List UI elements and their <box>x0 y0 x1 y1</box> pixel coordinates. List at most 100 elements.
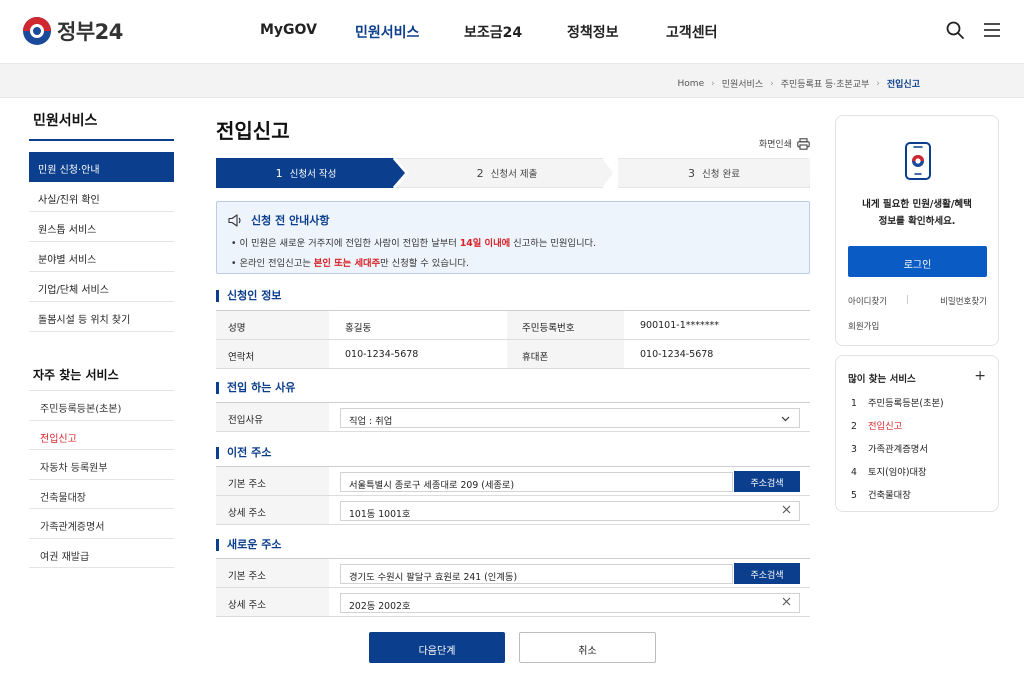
section-title-reason: 전입 하는 사유 <box>216 382 295 394</box>
step-3-number: 3 <box>688 166 695 180</box>
list-item[interactable]: 2 전입신고 <box>851 418 944 441</box>
print-button[interactable]: 화면인쇄 <box>759 137 810 150</box>
breadcrumb-civil-services[interactable]: 민원서비스 <box>722 77 763 90</box>
login-button[interactable]: 로그인 <box>848 246 987 277</box>
left-sidebar: 민원서비스 민원 신청·안내 사실/진위 확인 원스톱 서비스 분야별 서비스 … <box>29 108 174 568</box>
sidebar-item-care-location[interactable]: 돌봄시설 등 위치 찾기 <box>29 302 174 332</box>
login-message: 내게 필요한 민원/생활/혜택 정보를 확인하세요. <box>862 199 972 227</box>
sidebar-item-verification[interactable]: 사실/진위 확인 <box>29 182 174 212</box>
list-item[interactable]: 4 토지(임야)대장 <box>851 464 944 487</box>
sidebar-menu: 민원 신청·안내 사실/진위 확인 원스톱 서비스 분야별 서비스 기업/단체 … <box>29 152 174 332</box>
reason-select[interactable]: 직업 : 취업 <box>340 408 800 428</box>
list-item[interactable]: 3 가족관계증명서 <box>851 441 944 464</box>
reason-selected-value: 직업 : 취업 <box>349 416 393 427</box>
popular-services-card: 많이 찾는 서비스 + 1 주민등록등본(초본) 2 전입신고 3 가족관계증명서 4… <box>835 355 999 512</box>
sidebar-item-by-field[interactable]: 분야별 서비스 <box>29 242 174 272</box>
contact-value: 010-1234-5678 <box>345 349 419 360</box>
cancel-button[interactable]: 취소 <box>519 632 656 663</box>
step-1-label: 신청서 작성 <box>289 169 337 180</box>
nav-subsidy24[interactable]: 보조금24 <box>464 22 522 42</box>
taegeuk-emblem-icon <box>23 17 51 45</box>
frequent-item-passport[interactable]: 여권 재발급 <box>29 539 174 568</box>
new-base-address-input[interactable]: 경기도 수원시 팔달구 효원로 241 (인계동) <box>340 564 733 584</box>
search-icon[interactable] <box>945 20 965 40</box>
table-row: 연락처 010-1234-5678 휴대폰 010-1234-5678 <box>216 340 810 369</box>
notice-list: • 이 민원은 새로운 거주지에 전입한 사람이 전입한 날부터 14일 이내에… <box>231 235 596 275</box>
contact-label: 연락처 <box>216 340 329 368</box>
mobile-label: 휴대폰 <box>507 340 624 368</box>
new-detail-address-label: 상세 주소 <box>216 588 329 616</box>
step-2-label: 신청서 제출 <box>490 169 538 180</box>
login-card: 내게 필요한 민원/생활/혜택 정보를 확인하세요. 로그인 아이디찾기 | 비… <box>835 115 999 346</box>
list-item[interactable]: 5 건축물대장 <box>851 487 944 510</box>
sidebar-item-business[interactable]: 기업/단체 서비스 <box>29 272 174 302</box>
chevron-down-icon <box>781 416 790 422</box>
link-divider: | <box>906 295 909 305</box>
notice-title-text: 신청 전 안내사항 <box>251 214 330 227</box>
nav-policy-info[interactable]: 정책정보 <box>567 22 619 42</box>
frequent-item-vehicle[interactable]: 자동차 등록원부 <box>29 450 174 480</box>
breadcrumb-bar: Home › 민원서비스 › 주민등록표 등·초본교부 › 전입신고 <box>0 64 1024 98</box>
step-3-label: 신청 완료 <box>702 169 740 180</box>
frequent-item-resident-copy[interactable]: 주민등록등본(초본) <box>29 391 174 421</box>
frequent-item-family[interactable]: 가족관계증명서 <box>29 509 174 539</box>
rrn-label: 주민등록번호 <box>507 311 624 339</box>
table-row: 상세 주소 202동 2002호 <box>216 588 810 617</box>
notice-item-deadline: • 이 민원은 새로운 거주지에 전입한 사람이 전입한 날부터 14일 이내에… <box>231 238 597 249</box>
clear-icon[interactable] <box>782 505 791 514</box>
section-title-new-address: 새로운 주소 <box>216 539 281 551</box>
applicant-table: 성명 홍길동 주민등록번호 900101-1******* 연락처 010-12… <box>216 310 810 369</box>
gov24-logo[interactable]: 정부24 <box>23 16 123 46</box>
step-1: 1 신청서 작성 <box>216 158 396 188</box>
section-title-applicant: 신청인 정보 <box>216 290 281 302</box>
progress-steps: 1 신청서 작성 2 신청서 제출 3 신청 완료 <box>216 158 810 188</box>
chevron-right-icon: › <box>770 78 774 89</box>
old-base-address-input[interactable]: 서울특별시 종로구 세종대로 209 (세종로) <box>340 472 733 492</box>
sidebar-item-onestop[interactable]: 원스톱 서비스 <box>29 212 174 242</box>
frequent-item-building[interactable]: 건축물대장 <box>29 480 174 509</box>
nav-customer-center[interactable]: 고객센터 <box>666 22 718 42</box>
printer-icon <box>797 137 810 150</box>
new-address-table: 기본 주소 경기도 수원시 팔달구 효원로 241 (인계동) 주소검색 상세 … <box>216 558 810 617</box>
list-item[interactable]: 1 주민등록등본(초본) <box>851 395 944 418</box>
frequent-item-move-in[interactable]: 전입신고 <box>29 421 174 450</box>
step-2-number: 2 <box>476 166 484 180</box>
nav-civil-services[interactable]: 민원서비스 <box>355 22 419 42</box>
find-id-link[interactable]: 아이디찾기 <box>848 295 887 307</box>
step-3: 3 신청 완료 <box>618 158 810 188</box>
reason-table: 전입사유 직업 : 취업 <box>216 402 810 432</box>
breadcrumb-home[interactable]: Home <box>678 79 705 89</box>
popular-services-list: 1 주민등록등본(초본) 2 전입신고 3 가족관계증명서 4 토지(임야)대장 5 건축… <box>851 395 944 510</box>
signup-link[interactable]: 회원가입 <box>848 320 879 332</box>
find-password-link[interactable]: 비밀번호찾기 <box>940 295 987 307</box>
name-label: 성명 <box>216 311 329 339</box>
more-plus-icon[interactable]: + <box>974 368 986 384</box>
table-row: 기본 주소 서울특별시 종로구 세종대로 209 (세종로) 주소검색 <box>216 467 810 496</box>
sidebar-item-apply-guide[interactable]: 민원 신청·안내 <box>29 152 174 182</box>
section-title-old-address: 이전 주소 <box>216 447 271 459</box>
clear-icon[interactable] <box>782 597 791 606</box>
site-header: 정부24 MyGOV 민원서비스 보조금24 정책정보 고객센터 <box>0 0 1024 64</box>
old-address-search-button[interactable]: 주소검색 <box>734 471 800 492</box>
old-detail-address-label: 상세 주소 <box>216 496 329 524</box>
next-step-button[interactable]: 다음단계 <box>369 632 505 663</box>
notice-title: 신청 전 안내사항 <box>228 212 330 228</box>
breadcrumb-resident-registration[interactable]: 주민등록표 등·초본교부 <box>781 77 870 90</box>
popular-services-title: 많이 찾는 서비스 <box>848 374 916 385</box>
name-value: 홍길동 <box>345 323 372 334</box>
print-label: 화면인쇄 <box>758 140 792 150</box>
old-detail-address-input[interactable]: 101동 1001호 <box>340 501 800 521</box>
new-address-search-button[interactable]: 주소검색 <box>734 563 800 584</box>
breadcrumb: Home › 민원서비스 › 주민등록표 등·초본교부 › 전입신고 <box>678 77 920 91</box>
new-detail-address-input[interactable]: 202동 2002호 <box>340 593 800 613</box>
table-row: 성명 홍길동 주민등록번호 900101-1******* <box>216 311 810 340</box>
table-row: 기본 주소 경기도 수원시 팔달구 효원로 241 (인계동) 주소검색 <box>216 559 810 588</box>
frequent-services-list: 주민등록등본(초본) 전입신고 자동차 등록원부 건축물대장 가족관계증명서 여… <box>29 391 174 568</box>
notice-item-eligibility: • 온라인 전입신고는 본인 또는 세대주만 신청할 수 있습니다. <box>231 258 469 269</box>
menu-icon[interactable] <box>982 20 1002 40</box>
new-base-address-label: 기본 주소 <box>216 559 329 587</box>
chevron-right-icon: › <box>711 78 715 89</box>
nav-mygov[interactable]: MyGOV <box>260 22 317 38</box>
page-title: 전입신고 <box>216 119 290 143</box>
frequent-services-title: 자주 찾는 서비스 <box>29 366 174 391</box>
